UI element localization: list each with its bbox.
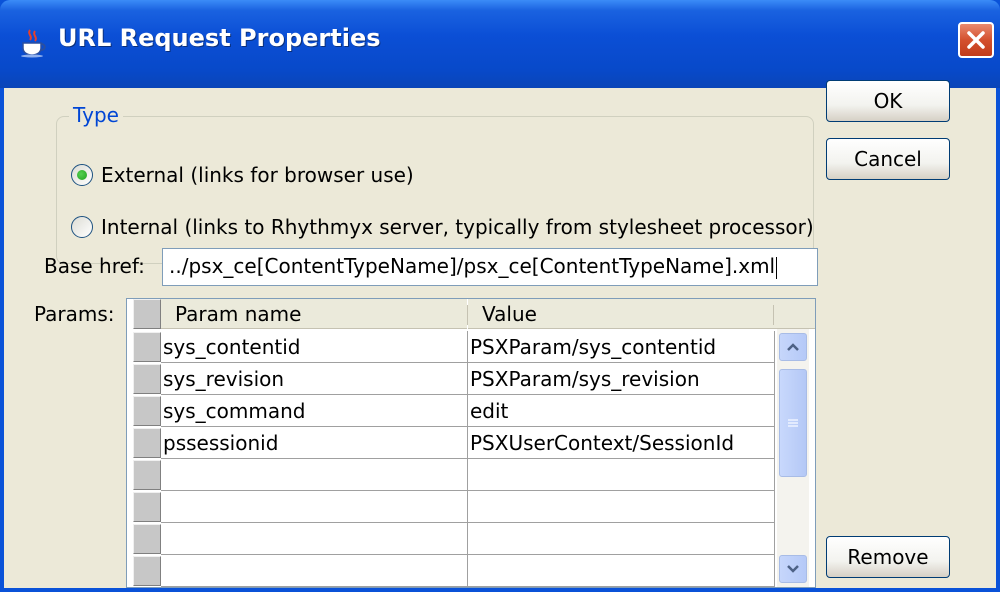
param-value-cell[interactable] [468, 523, 775, 555]
radio-internal[interactable] [71, 216, 93, 238]
close-icon [967, 31, 985, 49]
type-groupbox: Type External (links for browser use) In… [56, 103, 814, 264]
param-name-cell[interactable] [161, 555, 468, 587]
param-value-cell[interactable] [468, 459, 775, 491]
param-name-cell[interactable] [161, 491, 468, 523]
chevron-up-icon [787, 343, 799, 351]
dialog-window: URL Request Properties Type External (li… [0, 0, 1000, 592]
param-value-cell[interactable] [468, 555, 775, 587]
param-value-cell[interactable]: PSXParam/sys_contentid [468, 331, 775, 363]
row-header[interactable] [133, 364, 161, 394]
row-header[interactable] [133, 332, 161, 362]
param-name-cell[interactable]: sys_revision [161, 363, 468, 395]
header-filler [774, 299, 815, 329]
params-table[interactable]: Param name Value sys_contentid PSXParam/s… [126, 298, 816, 588]
radio-external[interactable] [71, 164, 93, 186]
params-label: Params: [34, 302, 115, 326]
param-name-cell[interactable]: pssessionid [161, 427, 468, 459]
grip-icon [788, 419, 798, 427]
title-bar[interactable]: URL Request Properties [0, 0, 1000, 88]
column-header-value[interactable]: Value [468, 299, 774, 329]
radio-external-row[interactable]: External (links for browser use) [71, 163, 414, 187]
remove-button[interactable]: Remove [826, 536, 950, 578]
window-title: URL Request Properties [58, 24, 381, 52]
row-header[interactable] [133, 556, 161, 586]
scroll-up-button[interactable] [779, 333, 807, 361]
row-header[interactable] [133, 460, 161, 490]
ok-button[interactable]: OK [826, 80, 950, 122]
radio-internal-row[interactable]: Internal (links to Rhythmyx server, typi… [71, 215, 814, 239]
cancel-button[interactable]: Cancel [826, 138, 950, 180]
text-caret [776, 256, 778, 279]
radio-internal-label[interactable]: Internal (links to Rhythmyx server, typi… [101, 215, 814, 239]
base-href-value: ../psx_ce[ContentTypeName]/psx_ce[Conten… [169, 254, 776, 278]
param-name-cell[interactable] [161, 523, 468, 555]
row-header[interactable] [133, 524, 161, 554]
param-value-cell[interactable]: PSXUserContext/SessionId [468, 427, 775, 459]
vertical-scrollbar[interactable] [777, 329, 809, 587]
param-name-cell[interactable]: sys_contentid [161, 331, 468, 363]
radio-external-label[interactable]: External (links for browser use) [101, 163, 414, 187]
java-cup-icon [21, 29, 46, 58]
dialog-body: Type External (links for browser use) In… [4, 80, 996, 588]
row-header[interactable] [133, 396, 161, 426]
base-href-label: Base href: [44, 254, 145, 278]
column-header-param-name[interactable]: Param name [161, 299, 467, 329]
param-value-cell[interactable]: PSXParam/sys_revision [468, 363, 775, 395]
base-href-input[interactable]: ../psx_ce[ContentTypeName]/psx_ce[Conten… [162, 248, 818, 286]
param-name-cell[interactable]: sys_command [161, 395, 468, 427]
type-group-legend: Type [69, 103, 123, 127]
chevron-down-icon [787, 565, 799, 573]
param-name-cell[interactable] [161, 459, 468, 491]
param-value-cell[interactable] [468, 491, 775, 523]
corner-header [133, 299, 161, 329]
close-button[interactable] [958, 22, 994, 58]
scroll-down-button[interactable] [779, 555, 807, 583]
scroll-thumb[interactable] [779, 369, 807, 477]
row-header[interactable] [133, 492, 161, 522]
row-header[interactable] [133, 428, 161, 458]
param-value-cell[interactable]: edit [468, 395, 775, 427]
